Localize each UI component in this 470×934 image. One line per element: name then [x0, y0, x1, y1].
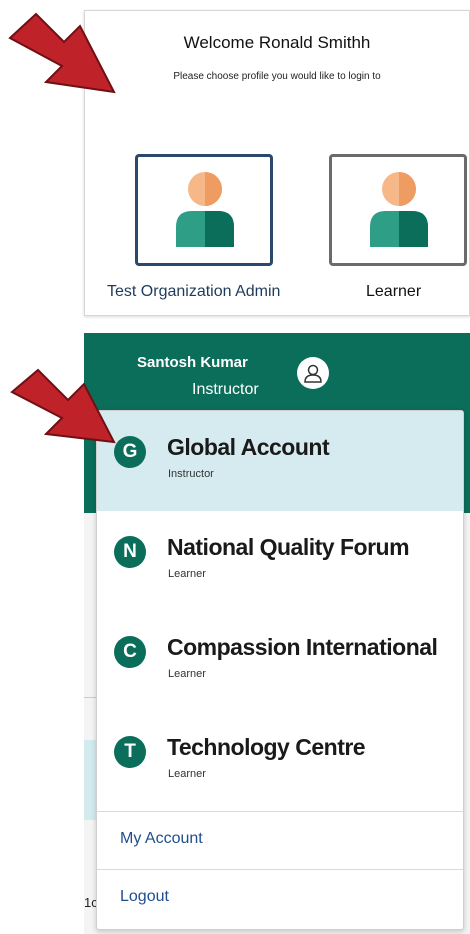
account-initial-badge: G	[114, 436, 146, 468]
welcome-heading: Welcome Ronald Smithh	[183, 33, 371, 52]
account-role: Learner	[168, 668, 206, 680]
user-avatar-icon	[370, 172, 428, 247]
account-name: Technology Centre	[167, 734, 366, 760]
account-role: Learner	[168, 568, 206, 580]
account-initial-badge: C	[114, 636, 146, 668]
account-role: Instructor	[168, 468, 214, 480]
account-initial-badge: T	[114, 736, 146, 768]
user-avatar-icon	[176, 172, 234, 247]
user-outline-icon[interactable]	[297, 357, 329, 389]
account-name: National Quality Forum	[167, 534, 410, 560]
profile-label-learner[interactable]: Learner	[366, 283, 421, 301]
profile-chooser-panel: Welcome Ronald Smithh Please choose prof…	[84, 10, 470, 316]
account-initial-badge: N	[114, 536, 146, 568]
profile-card-admin[interactable]	[135, 154, 273, 266]
choose-profile-instructions: Please choose profile you would like to …	[173, 71, 381, 82]
account-item-national-quality-forum[interactable]: N National Quality Forum Learner	[97, 511, 463, 612]
account-item-global[interactable]: G Global Account Instructor	[97, 411, 463, 512]
logout-label[interactable]: Logout	[120, 888, 169, 906]
red-arrow-pointer	[8, 12, 116, 94]
logout-link[interactable]: Logout	[97, 869, 463, 927]
account-name: Global Account	[167, 434, 330, 460]
account-role: Learner	[168, 768, 206, 780]
account-item-compassion-international[interactable]: C Compassion International Learner	[97, 611, 463, 712]
account-switcher-menu: G Global Account Instructor N National Q…	[96, 410, 464, 930]
my-account-link[interactable]: My Account	[97, 811, 463, 870]
red-arrow-pointer	[10, 368, 116, 444]
header-user-role: Instructor	[192, 381, 259, 398]
account-item-technology-centre[interactable]: T Technology Centre Learner	[97, 711, 463, 812]
account-name: Compassion International	[167, 634, 438, 660]
my-account-label[interactable]: My Account	[120, 830, 203, 848]
profile-card-learner[interactable]	[329, 154, 467, 266]
profile-label-admin[interactable]: Test Organization Admin	[107, 283, 280, 301]
header-user-name: Santosh Kumar	[137, 354, 248, 371]
